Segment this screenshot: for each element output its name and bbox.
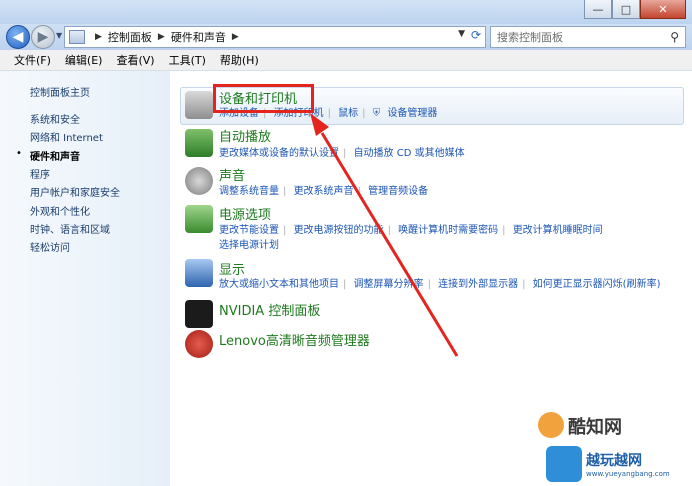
sidebar-item-network[interactable]: 网络和 Internet [30, 129, 103, 144]
sidebar-item-programs[interactable]: 程序 [30, 166, 50, 181]
speaker-icon [185, 167, 213, 195]
link-sleep-time[interactable]: 更改计算机睡眠时间 [513, 225, 603, 236]
arrow-right-icon: ▶ [37, 29, 49, 45]
sidebar-item-clock-language[interactable]: 时钟、语言和区域 [30, 221, 110, 236]
back-button[interactable]: ◀ [6, 25, 30, 49]
link-power-saving[interactable]: 更改节能设置 [219, 225, 279, 236]
sidebar-item-home[interactable]: 控制面板主页 [30, 84, 90, 99]
link-power-button[interactable]: 更改电源按钮的功能 [294, 225, 384, 236]
window-controls: — □ ✕ [584, 0, 686, 19]
autoplay-icon [185, 129, 213, 157]
autoplay-links: 更改媒体或设备的默认设置 | 自动播放 CD 或其他媒体 [219, 148, 465, 159]
watermark-bottom-text: 越玩越网 [586, 453, 642, 469]
link-external-display[interactable]: 连接到外部显示器 [438, 279, 518, 290]
arrow-left-icon: ◀ [12, 29, 24, 45]
watermark-wifi-icon [546, 446, 582, 482]
history-dropdown-icon[interactable]: ▼ [56, 31, 62, 40]
control-panel-icon [69, 30, 85, 44]
window-titlebar: — □ ✕ [0, 0, 692, 24]
search-icon[interactable]: ⚲ [670, 30, 679, 44]
link-device-manager[interactable]: 设备管理器 [387, 108, 437, 119]
watermark-bottom: 越玩越网 www.yueyangbang.com [546, 446, 692, 486]
sidebar-item-ease-of-access[interactable]: 轻松访问 [30, 239, 70, 254]
menu-tools[interactable]: 工具(T) [169, 52, 206, 68]
breadcrumb-hardware-sound[interactable]: 硬件和声音 [171, 29, 226, 45]
link-power-plan[interactable]: 选择电源计划 [219, 240, 279, 251]
link-refresh-rate[interactable]: 如何更正显示器闪烁(刷新率) [533, 279, 661, 290]
category-nvidia[interactable]: NVIDIA 控制面板 [219, 300, 320, 319]
close-button[interactable]: ✕ [640, 0, 686, 19]
display-icon [185, 259, 213, 287]
refresh-icon[interactable]: ⟳ [471, 28, 481, 42]
lenovo-audio-icon [185, 330, 213, 358]
watermark-logo-icon [538, 412, 564, 438]
watermark-url: www.yueyangbang.com [586, 470, 670, 478]
menu-help[interactable]: 帮助(H) [220, 52, 259, 68]
menu-view[interactable]: 查看(V) [116, 52, 154, 68]
power-icon [185, 205, 213, 233]
breadcrumb: ▶ 控制面板 ▶ 硬件和声音 ▶ [89, 29, 245, 45]
link-change-defaults[interactable]: 更改媒体或设备的默认设置 [219, 148, 339, 159]
display-links: 放大或缩小文本和其他项目 | 调整屏幕分辨率 | 连接到外部显示器 | 如何更正显示器… [219, 279, 661, 290]
link-resolution[interactable]: 调整屏幕分辨率 [354, 279, 424, 290]
active-bullet-icon: • [16, 148, 22, 159]
address-bar[interactable]: ▶ 控制面板 ▶ 硬件和声音 ▶ ▼ ⟳ [64, 26, 486, 48]
search-box[interactable]: 搜索控制面板 ⚲ [490, 26, 686, 48]
link-manage-audio[interactable]: 管理音频设备 [368, 186, 428, 197]
sidebar-item-user-accounts[interactable]: 用户帐户和家庭安全 [30, 184, 120, 199]
sidebar-item-appearance[interactable]: 外观和个性化 [30, 203, 90, 218]
minimize-button[interactable]: — [584, 0, 612, 19]
breadcrumb-chevron-icon: ▶ [95, 32, 102, 42]
link-change-sounds[interactable]: 更改系统声音 [294, 186, 354, 197]
power-links: 更改节能设置 | 更改电源按钮的功能 | 唤醒计算机时需要密码 | 更改计算机睡眠时间 [219, 225, 603, 236]
power-links-row2: 选择电源计划 [219, 236, 283, 251]
menu-bar: 文件(F) 编辑(E) 查看(V) 工具(T) 帮助(H) [0, 50, 692, 71]
maximize-button[interactable]: □ [612, 0, 640, 19]
link-adjust-volume[interactable]: 调整系统音量 [219, 186, 279, 197]
nvidia-icon [185, 300, 213, 328]
watermark-top-text: 酷知网 [568, 417, 622, 438]
navigation-bar: ◀ ▶ ▼ ▶ 控制面板 ▶ 硬件和声音 ▶ ▼ ⟳ 搜索控制面板 ⚲ [0, 24, 692, 50]
breadcrumb-chevron-icon: ▶ [231, 32, 239, 42]
link-text-size[interactable]: 放大或缩小文本和其他项目 [219, 279, 339, 290]
watermark-top: 酷知网 [536, 410, 686, 444]
sidebar: 控制面板主页 系统和安全 网络和 Internet • 硬件和声音 程序 用户帐… [0, 71, 170, 486]
category-autoplay[interactable]: 自动播放 [219, 126, 271, 145]
sidebar-item-hardware-sound[interactable]: 硬件和声音 [30, 148, 80, 163]
breadcrumb-control-panel[interactable]: 控制面板 [108, 29, 152, 45]
annotation-highlight-box [213, 84, 314, 113]
link-autoplay-cd[interactable]: 自动播放 CD 或其他媒体 [354, 148, 465, 159]
sidebar-item-system-security[interactable]: 系统和安全 [30, 111, 80, 126]
forward-button[interactable]: ▶ [31, 25, 55, 49]
link-mouse[interactable]: 鼠标 [338, 108, 358, 119]
search-input[interactable]: 搜索控制面板 [497, 29, 670, 45]
menu-file[interactable]: 文件(F) [14, 52, 51, 68]
address-dropdown-icon[interactable]: ▼ [458, 29, 465, 39]
category-lenovo-audio[interactable]: Lenovo高清晰音频管理器 [219, 330, 370, 349]
breadcrumb-chevron-icon: ▶ [157, 32, 165, 42]
sound-links: 调整系统音量 | 更改系统声音 | 管理音频设备 [219, 186, 429, 197]
shield-icon: ⛨ [372, 108, 381, 119]
link-wake-password[interactable]: 唤醒计算机时需要密码 [398, 225, 498, 236]
printer-icon [185, 91, 213, 119]
menu-edit[interactable]: 编辑(E) [65, 52, 103, 68]
